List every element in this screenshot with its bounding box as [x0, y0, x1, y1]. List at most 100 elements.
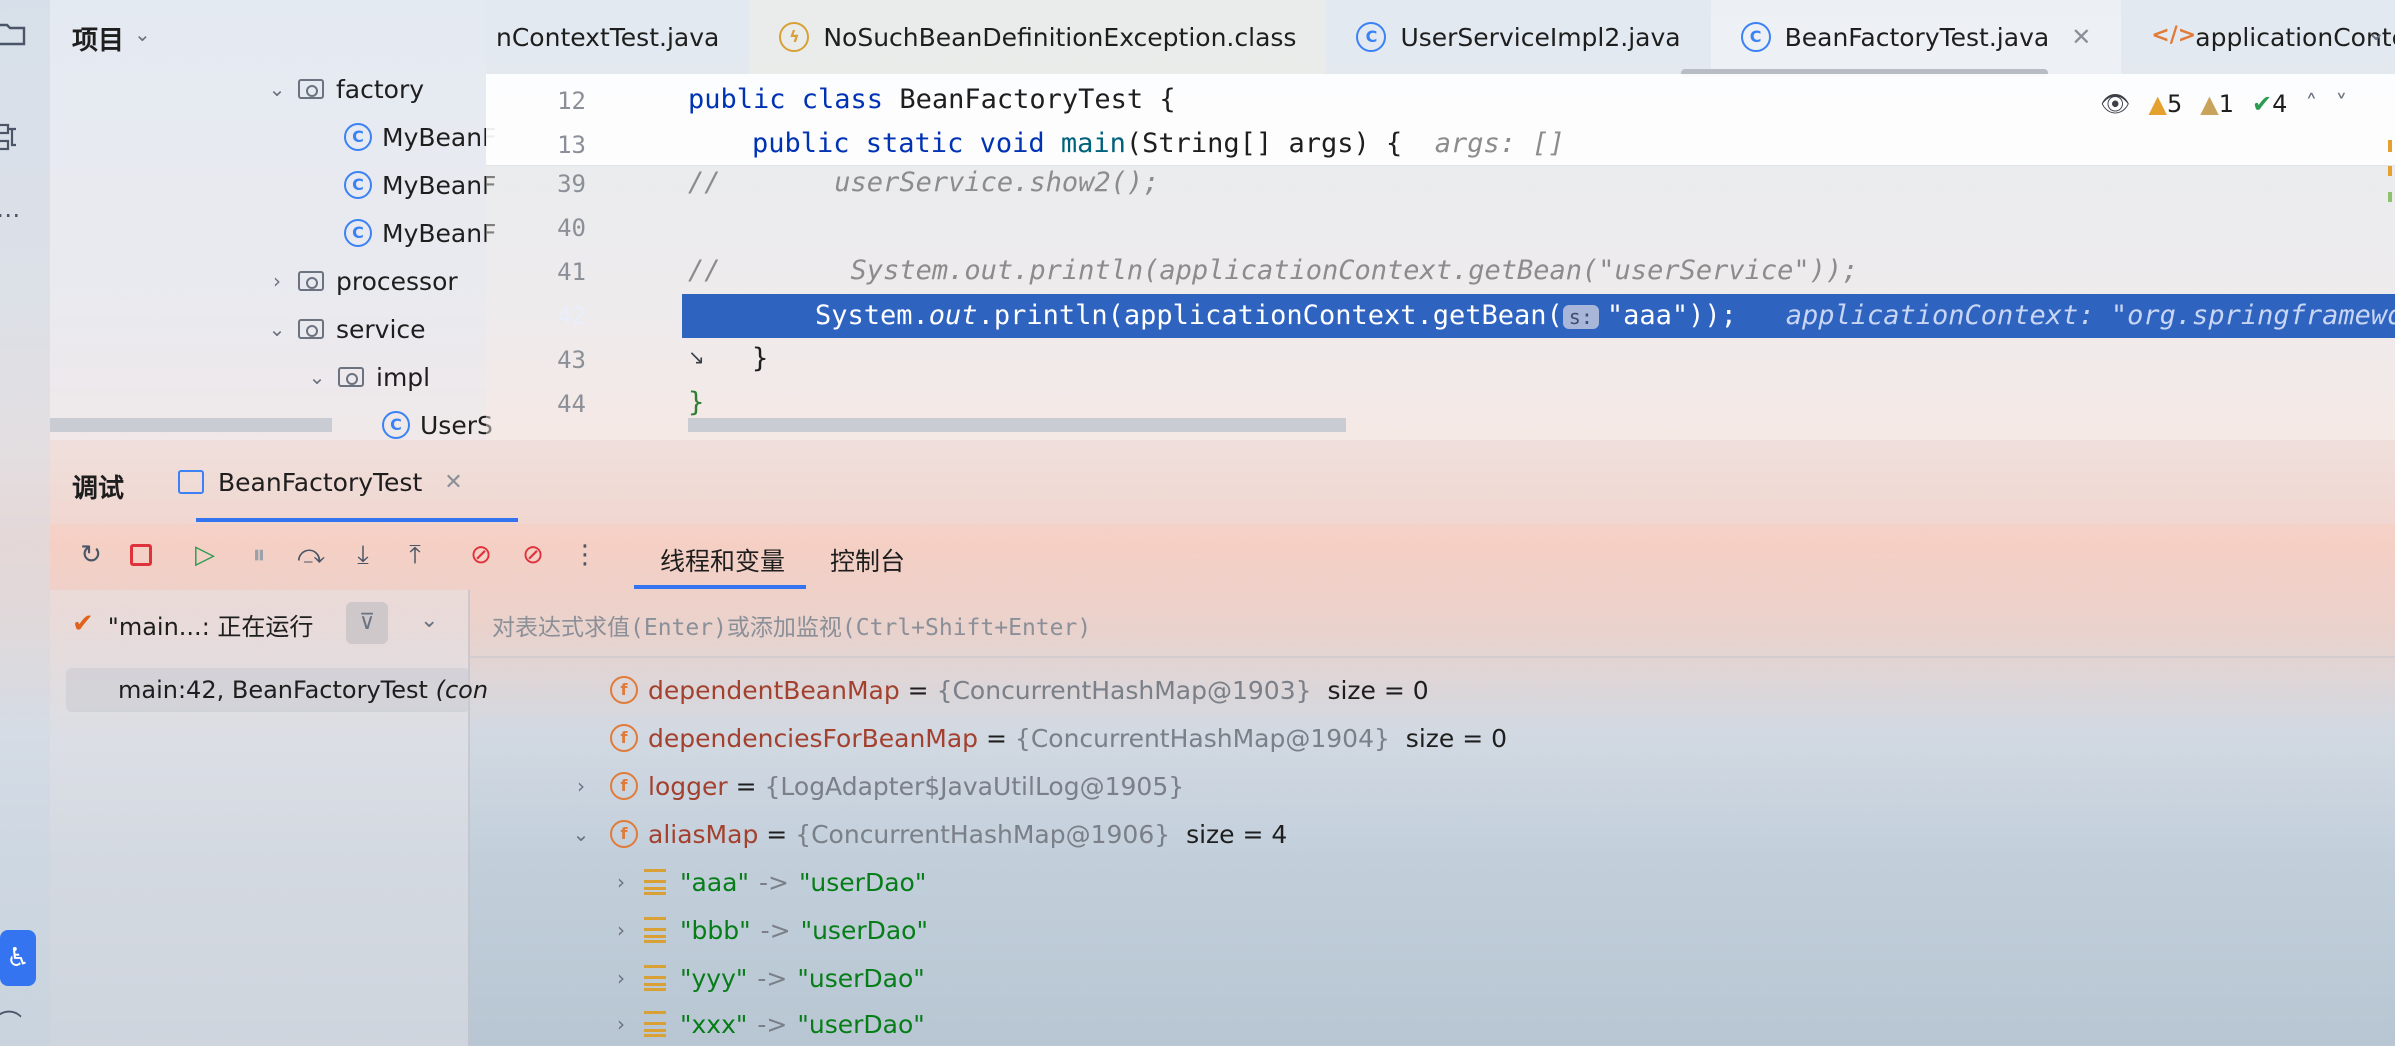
error-stripe-mark[interactable]: [2388, 166, 2392, 176]
close-icon[interactable]: ✕: [2071, 23, 2091, 51]
tab-console[interactable]: 控制台: [830, 542, 905, 578]
project-title[interactable]: 项目: [72, 20, 124, 57]
debug-tool-icon[interactable]: ♿: [0, 930, 36, 986]
debug-title: 调试: [72, 474, 125, 504]
close-icon[interactable]: ✕: [444, 470, 462, 495]
variable-row[interactable]: › f logger = {LogAdapter$JavaUtilLog@190…: [570, 764, 1184, 808]
inline-debug-value: applicationContext: "org.springframework: [1785, 300, 2395, 331]
editor-tab-bar: nContextTest.java ϟ NoSuchBeanDefinition…: [486, 0, 2395, 74]
project-folder-icon[interactable]: [0, 18, 26, 48]
inspection-widget[interactable]: 👁 ▲5 ▲1 ✔4 ˄ ˅: [2100, 88, 2347, 120]
mute-breakpoints-icon[interactable]: ⊘: [516, 538, 550, 572]
services-icon[interactable]: ⌒: [0, 1010, 26, 1040]
runnable-class-icon: C: [1740, 22, 1771, 52]
tree-item-factory[interactable]: ⌄ factory: [266, 67, 424, 111]
chevron-down-icon[interactable]: ⌄: [266, 317, 288, 341]
tab-threads-variables[interactable]: 线程和变量: [660, 542, 785, 578]
map-entry-row[interactable]: › "yyy" -> "userDao": [610, 956, 925, 1000]
chevron-down-icon[interactable]: ⌄: [266, 77, 288, 101]
more-actions-icon[interactable]: ⋮: [568, 538, 602, 572]
tab-applicationcontext-xml[interactable]: </> applicationContextI: [2121, 0, 2395, 74]
code-line-43: }: [752, 343, 769, 374]
field-icon: f: [610, 676, 638, 704]
current-execution-line[interactable]: System.out.println(applicationContext.ge…: [682, 294, 2395, 338]
weak-warnings-indicator[interactable]: ▲1: [2200, 90, 2234, 118]
checkmark-icon: ✔: [72, 609, 94, 639]
variable-row[interactable]: f dependenciesForBeanMap = {ConcurrentHa…: [610, 716, 1507, 760]
chevron-down-icon[interactable]: ˅: [2335, 90, 2347, 118]
code-line-42: System.out.println(applicationContext.ge…: [815, 300, 2395, 331]
chevron-down-icon[interactable]: ⌄: [420, 608, 438, 633]
editor-horizontal-scrollbar[interactable]: [688, 418, 1346, 432]
tree-item-processor[interactable]: › processor: [266, 259, 458, 303]
tree-item-class[interactable]: C MyBeanF: [344, 163, 496, 207]
chevron-right-icon[interactable]: ›: [610, 966, 632, 990]
ok-indicator[interactable]: ✔4: [2252, 90, 2287, 118]
chevron-right-icon[interactable]: ›: [610, 1012, 632, 1036]
chevron-up-icon[interactable]: ˄: [2305, 90, 2317, 118]
tab-nosuchbeandefinitionexception[interactable]: ϟ NoSuchBeanDefinitionException.class: [749, 0, 1327, 74]
entry-value: "userDao": [800, 915, 928, 945]
thread-selector[interactable]: ✔ "main...: 正在运行: [72, 606, 313, 642]
package-icon: [298, 319, 324, 339]
chevron-right-icon[interactable]: ›: [266, 269, 288, 293]
class-icon: C: [344, 219, 372, 247]
project-horizontal-scrollbar[interactable]: [50, 418, 332, 432]
step-out-icon[interactable]: ⤒: [398, 538, 432, 572]
step-into-icon[interactable]: ⤓: [346, 538, 380, 572]
variable-row[interactable]: ⌄ f aliasMap = {ConcurrentHashMap@1906} …: [570, 812, 1288, 856]
pause-icon[interactable]: ⏸: [242, 538, 276, 572]
tree-item-label: factory: [336, 74, 425, 104]
code-part: out: [928, 300, 978, 331]
chevron-down-icon[interactable]: ⌄: [134, 22, 151, 46]
rerun-icon[interactable]: ↻: [74, 538, 108, 572]
chevron-right-icon[interactable]: ›: [570, 774, 592, 798]
map-entry-row[interactable]: › "aaa" -> "userDao": [610, 860, 926, 904]
view-breakpoints-icon[interactable]: ⊘: [464, 538, 498, 572]
chevron-right-icon[interactable]: ›: [610, 870, 632, 894]
tree-item-class[interactable]: C MyBeanF: [344, 115, 496, 159]
entry-key: "xxx": [680, 1009, 748, 1039]
warnings-indicator[interactable]: ▲5: [2148, 90, 2182, 118]
debug-session-tab[interactable]: BeanFactoryTest ✕: [178, 462, 463, 502]
variable-name: dependentBeanMap: [648, 675, 900, 705]
map-entry-row[interactable]: › "bbb" -> "userDao": [610, 908, 928, 952]
tree-item-class[interactable]: C MyBeanF: [344, 211, 496, 255]
chevron-down-icon[interactable]: ⌄: [570, 822, 592, 846]
inline-hint: args: []: [1434, 128, 1565, 159]
reader-mode-icon[interactable]: 👁: [2100, 90, 2130, 118]
error-stripe-mark[interactable]: [2388, 192, 2392, 202]
more-tools-icon[interactable]: ⋯: [0, 200, 26, 230]
variable-type: {ConcurrentHashMap@1904}: [1014, 723, 1390, 753]
chevron-down-icon[interactable]: ⌄: [306, 365, 328, 389]
variable-equals: =: [766, 819, 788, 849]
entry-arrow: ->: [760, 915, 791, 945]
chevron-right-icon[interactable]: ›: [610, 918, 632, 942]
tree-item-impl[interactable]: ⌄ impl: [306, 355, 431, 399]
run-config-icon: [178, 470, 204, 494]
error-stripe-mark[interactable]: [2388, 140, 2392, 152]
field-icon: f: [610, 820, 638, 848]
variable-size: size = 4: [1186, 819, 1288, 849]
line-number: 41: [557, 258, 586, 286]
class-icon: C: [1356, 22, 1387, 52]
active-tab-indicator: [196, 518, 518, 522]
tabs-overflow-chevron-icon[interactable]: ⌄: [2366, 18, 2386, 46]
tab-userserviceimpl2[interactable]: C UserServiceImpl2.java: [1326, 0, 1710, 74]
variable-row[interactable]: f dependentBeanMap = {ConcurrentHashMap@…: [610, 668, 1429, 712]
step-over-icon[interactable]: ⤼: [294, 538, 328, 572]
map-entry-row[interactable]: › "xxx" -> "userDao": [610, 1002, 925, 1046]
package-icon: [298, 271, 324, 291]
stack-frame-label: main:42, BeanFactoryTest (con: [118, 676, 488, 704]
variable-type: {LogAdapter$JavaUtilLog@1905}: [764, 771, 1185, 801]
structure-icon[interactable]: [0, 122, 26, 152]
evaluate-expression-input[interactable]: 对表达式求值(Enter)或添加监视(Ctrl+Shift+Enter): [492, 608, 1091, 642]
tree-item-service[interactable]: ⌄ service: [266, 307, 426, 351]
filter-icon[interactable]: ⊽: [346, 602, 388, 644]
stop-button[interactable]: [124, 538, 158, 572]
stack-frame-selected[interactable]: main:42, BeanFactoryTest (con: [66, 668, 488, 712]
tab-applicationcontexttest[interactable]: nContextTest.java: [486, 0, 749, 74]
tab-beanfactorytest[interactable]: C BeanFactoryTest.java ✕: [1710, 0, 2122, 74]
resume-icon[interactable]: ▷: [188, 538, 222, 572]
tree-item-label: MyBeanF: [382, 122, 497, 152]
